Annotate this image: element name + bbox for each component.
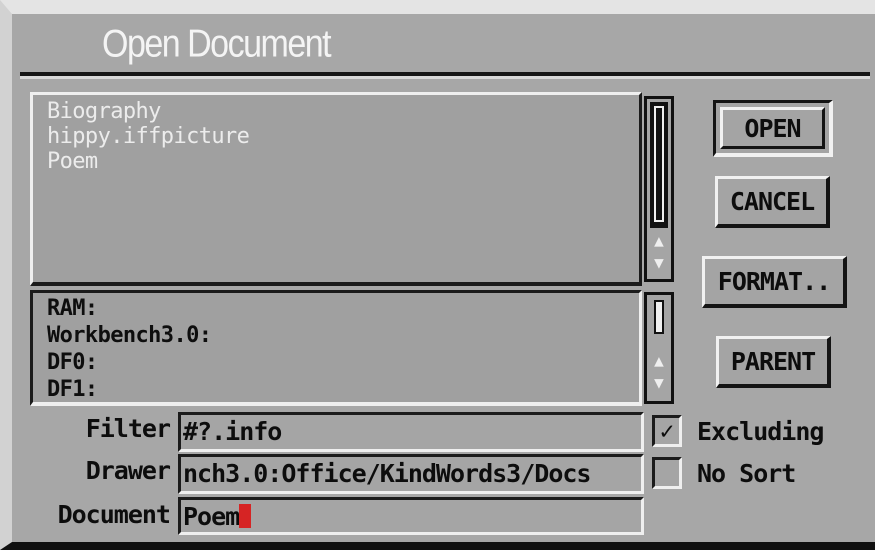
scroll-track[interactable] — [650, 298, 668, 344]
file-item[interactable]: Biography — [47, 99, 639, 124]
cancel-button[interactable]: CANCEL — [715, 176, 830, 228]
document-label: Document — [57, 500, 171, 529]
document-field[interactable]: Poem — [178, 497, 644, 535]
scroll-up-arrow-icon[interactable]: ▲ — [647, 353, 671, 369]
scroll-thumb[interactable] — [654, 300, 664, 334]
scroll-up-arrow-icon[interactable]: ▲ — [647, 233, 671, 249]
excluding-checkbox[interactable]: ✓ — [652, 415, 682, 447]
scroll-down-arrow-icon[interactable]: ▼ — [647, 255, 671, 271]
text-cursor — [239, 504, 252, 528]
scroll-thumb[interactable] — [654, 106, 664, 222]
excluding-label: Excluding — [697, 417, 824, 446]
scroll-track[interactable] — [650, 102, 668, 228]
volume-item[interactable]: DF1: — [47, 376, 639, 402]
volume-list[interactable]: RAM: Workbench3.0: DF0: DF1: — [30, 290, 642, 406]
volume-item[interactable]: DF0: — [47, 349, 639, 376]
file-item[interactable]: Poem — [47, 149, 639, 174]
scroll-down-arrow-icon[interactable]: ▼ — [647, 375, 671, 391]
format-button[interactable]: FORMAT.. — [702, 256, 847, 308]
volume-list-scrollbar[interactable]: ▲ ▼ — [644, 292, 674, 404]
title-divider — [20, 76, 870, 79]
title-bar[interactable]: Open Document — [20, 12, 870, 76]
no-sort-checkbox[interactable] — [652, 457, 682, 489]
volume-item[interactable]: RAM: — [47, 295, 639, 322]
drawer-field[interactable]: nch3.0:Office/KindWords3/Docs — [178, 454, 644, 494]
document-field-value: Poem — [183, 502, 240, 531]
volume-item[interactable]: Workbench3.0: — [47, 322, 639, 349]
filter-field[interactable]: #?.info — [178, 412, 644, 452]
open-button-label: OPEN — [720, 107, 825, 149]
open-button[interactable]: OPEN — [713, 100, 833, 157]
parent-button[interactable]: PARENT — [716, 336, 831, 388]
file-list-scrollbar[interactable]: ▲ ▼ — [644, 96, 674, 282]
file-item[interactable]: hippy.iffpicture — [47, 124, 639, 149]
file-list[interactable]: Biography hippy.iffpicture Poem — [30, 92, 642, 286]
filter-label: Filter — [85, 414, 171, 443]
no-sort-label: No Sort — [697, 459, 796, 488]
drawer-label: Drawer — [85, 456, 171, 485]
window-title: Open Document — [102, 22, 332, 66]
